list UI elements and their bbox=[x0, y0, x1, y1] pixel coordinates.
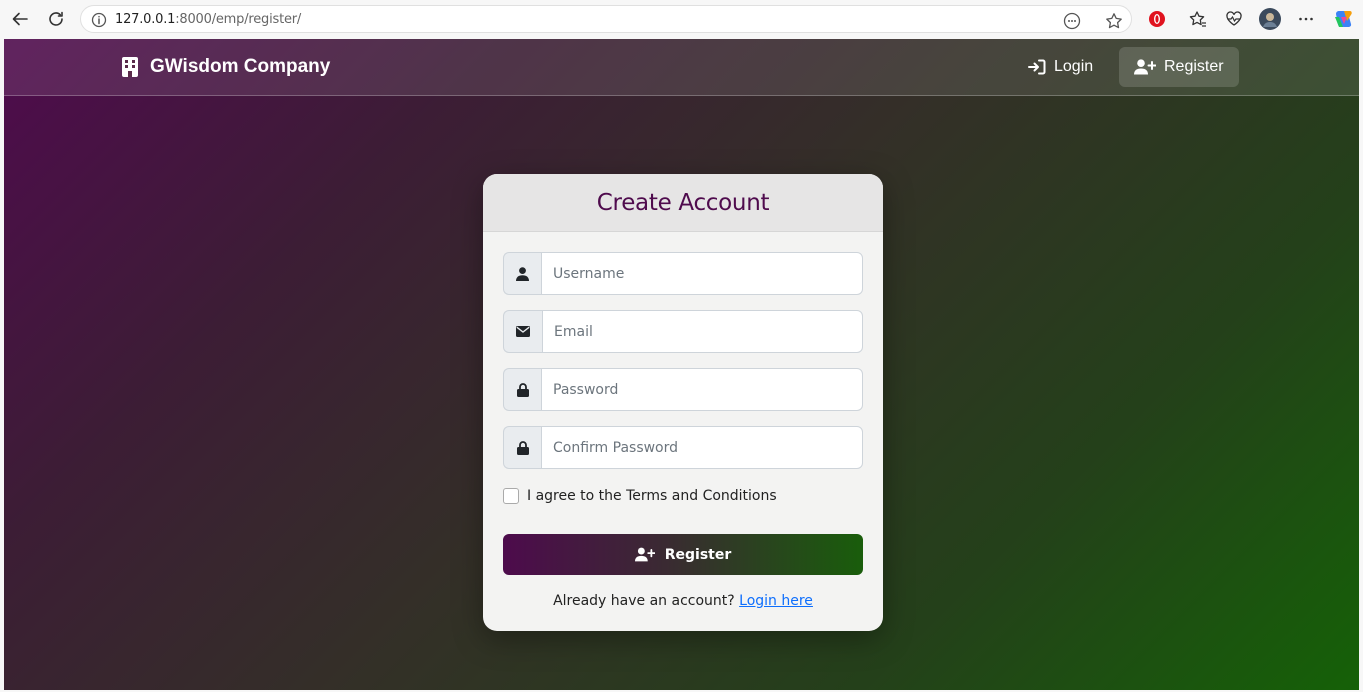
register-submit-button[interactable]: Register bbox=[503, 534, 863, 575]
back-icon[interactable] bbox=[8, 7, 32, 31]
login-prompt: Already have an account? Login here bbox=[483, 593, 883, 609]
url-text: 127.0.0.1:8000/emp/register/ bbox=[115, 12, 302, 27]
terms-checkbox[interactable] bbox=[503, 488, 519, 504]
username-group bbox=[503, 252, 863, 295]
register-submit-label: Register bbox=[664, 546, 732, 563]
top-navbar: GWisdom Company Login Register bbox=[4, 39, 1359, 96]
envelope-icon bbox=[503, 310, 542, 353]
site-info-icon[interactable] bbox=[91, 12, 107, 33]
login-prompt-text: Already have an account? bbox=[553, 593, 740, 609]
nav-register-label: Register bbox=[1164, 58, 1224, 75]
page-viewport: GWisdom Company Login Register Create Ac… bbox=[4, 39, 1359, 690]
nav-register-link[interactable]: Register bbox=[1119, 47, 1239, 87]
more-menu-icon[interactable] bbox=[1294, 7, 1318, 31]
terms-label[interactable]: I agree to the Terms and Conditions bbox=[527, 488, 777, 504]
username-input[interactable] bbox=[541, 252, 863, 295]
reading-mode-icon[interactable] bbox=[1063, 12, 1081, 35]
register-card: Create Account Username Email I agree to… bbox=[483, 174, 883, 631]
terms-row: I agree to the Terms and Conditions bbox=[503, 488, 777, 504]
password-group bbox=[503, 368, 863, 411]
building-icon bbox=[122, 57, 138, 77]
favorite-star-icon[interactable] bbox=[1105, 12, 1123, 35]
email-input[interactable] bbox=[542, 310, 863, 353]
lock-icon bbox=[503, 368, 541, 411]
user-plus-icon bbox=[1134, 59, 1156, 75]
nav-login-label: Login bbox=[1054, 58, 1094, 75]
user-plus-icon bbox=[634, 547, 655, 562]
health-icon[interactable] bbox=[1222, 7, 1246, 31]
nav-login-link[interactable]: Login bbox=[1013, 47, 1108, 87]
lock-icon bbox=[503, 426, 541, 469]
reload-icon[interactable] bbox=[44, 7, 68, 31]
browser-toolbar: 127.0.0.1:8000/emp/register/ bbox=[0, 0, 1363, 38]
brand-name: GWisdom Company bbox=[150, 56, 331, 77]
card-title: Create Account bbox=[596, 189, 770, 216]
favorites-icon[interactable] bbox=[1186, 7, 1210, 31]
profile-avatar-icon[interactable] bbox=[1258, 7, 1282, 31]
sign-in-icon bbox=[1028, 59, 1046, 75]
login-here-link[interactable]: Login here bbox=[739, 593, 813, 609]
user-icon bbox=[503, 252, 541, 295]
card-header: Create Account bbox=[483, 174, 883, 232]
copilot-icon[interactable] bbox=[1331, 7, 1355, 31]
confirm-password-group bbox=[503, 426, 863, 469]
password-input[interactable] bbox=[541, 368, 863, 411]
email-group bbox=[503, 310, 863, 353]
brand-link[interactable]: GWisdom Company bbox=[122, 56, 330, 78]
address-bar[interactable]: 127.0.0.1:8000/emp/register/ bbox=[80, 5, 1132, 33]
opera-icon[interactable] bbox=[1145, 7, 1169, 31]
confirm-password-input[interactable] bbox=[541, 426, 863, 469]
